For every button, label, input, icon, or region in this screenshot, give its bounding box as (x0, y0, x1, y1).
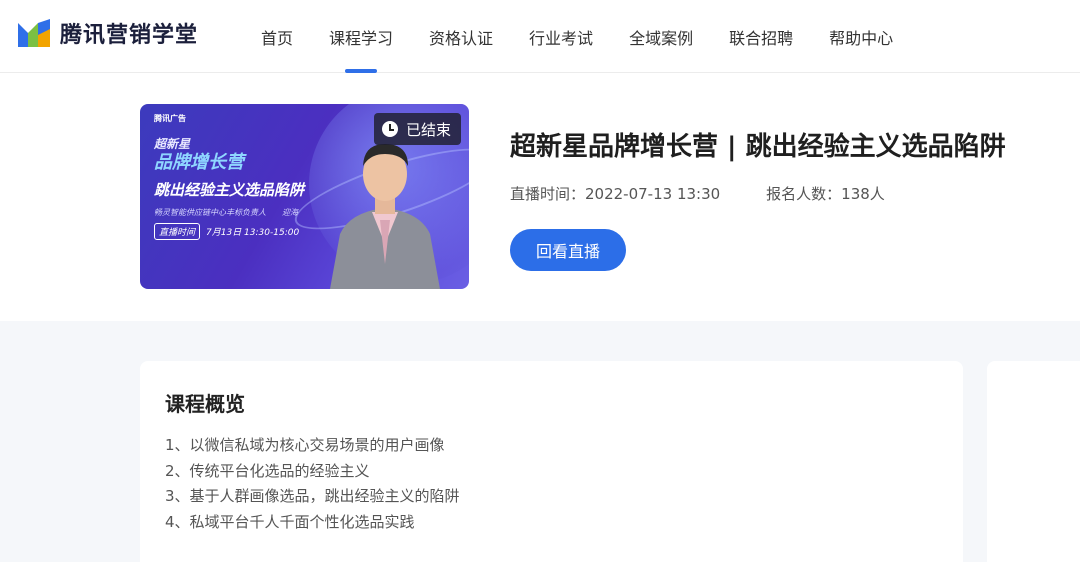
list-item: 2、传统平台化选品的经验主义 (165, 461, 370, 480)
cover-brand-label: 腾讯广告 (154, 114, 186, 123)
main-nav: 首页 课程学习 资格认证 行业考试 全域案例 联合招聘 帮助中心 (243, 0, 911, 73)
cover-speaker-line: 畅灵智能供应链中心丰标负责人 迎海 (154, 208, 298, 217)
course-overview-card: 课程概览 1、以微信私域为核心交易场景的用户画像 2、传统平台化选品的经验主义 … (140, 361, 963, 562)
logo-icon (18, 19, 50, 47)
nav-item-cases[interactable]: 全域案例 (611, 0, 711, 73)
course-meta: 直播时间：2022-07-13 13:30 报名人数：138人 (510, 183, 885, 204)
speaker-photo (330, 144, 440, 289)
status-badge: 已结束 (373, 113, 461, 145)
replay-button[interactable]: 回看直播 (510, 229, 626, 271)
list-item: 1、以微信私域为核心交易场景的用户画像 (165, 436, 445, 454)
side-card (987, 361, 1080, 562)
cover-time-tag: 直播时间 (154, 223, 201, 240)
status-text: 已结束 (405, 120, 451, 139)
top-header: 腾讯营销学堂 首页 课程学习 资格认证 行业考试 全域案例 联合招聘 帮助中心 (0, 0, 1080, 73)
nav-item-help[interactable]: 帮助中心 (811, 0, 911, 73)
cover-time-value: 7月13日 13:30-15:00 (206, 228, 300, 238)
list-item: 4、私域平台千人千面个性化选品实践 (165, 512, 415, 531)
course-title: 超新星品牌增长营 | 跳出经验主义选品陷阱 (510, 132, 1006, 162)
nav-item-certification[interactable]: 资格认证 (411, 0, 511, 73)
live-time: 直播时间：2022-07-13 13:30 (510, 185, 721, 203)
site-logo[interactable]: 腾讯营销学堂 (16, 17, 198, 49)
list-item: 3、基于人群画像选品，跳出经验主义的陷阱 (165, 487, 460, 505)
course-hero: 腾讯广告 超新星 品牌增长营 跳出经验主义选品陷阱 畅灵智能供应链中心丰标负责人… (0, 73, 1080, 321)
overview-heading: 课程概览 (165, 392, 245, 416)
nav-item-courses[interactable]: 课程学习 (311, 0, 411, 73)
course-cover-image[interactable]: 腾讯广告 超新星 品牌增长营 跳出经验主义选品陷阱 畅灵智能供应链中心丰标负责人… (140, 104, 469, 289)
nav-item-industry-exam[interactable]: 行业考试 (511, 0, 611, 73)
cover-time-row: 直播时间 7月13日 13:30-15:00 (154, 223, 299, 240)
clock-icon (381, 121, 398, 137)
overview-list: 1、以微信私域为核心交易场景的用户画像 2、传统平台化选品的经验主义 3、基于人… (165, 433, 460, 535)
nav-item-home[interactable]: 首页 (243, 0, 311, 73)
cover-line-2: 品牌增长营 (154, 152, 244, 173)
site-name: 腾讯营销学堂 (60, 23, 199, 48)
nav-item-recruitment[interactable]: 联合招聘 (711, 0, 811, 73)
signup-count: 报名人数：138人 (766, 185, 885, 203)
cover-line-3: 跳出经验主义选品陷阱 (154, 181, 305, 199)
